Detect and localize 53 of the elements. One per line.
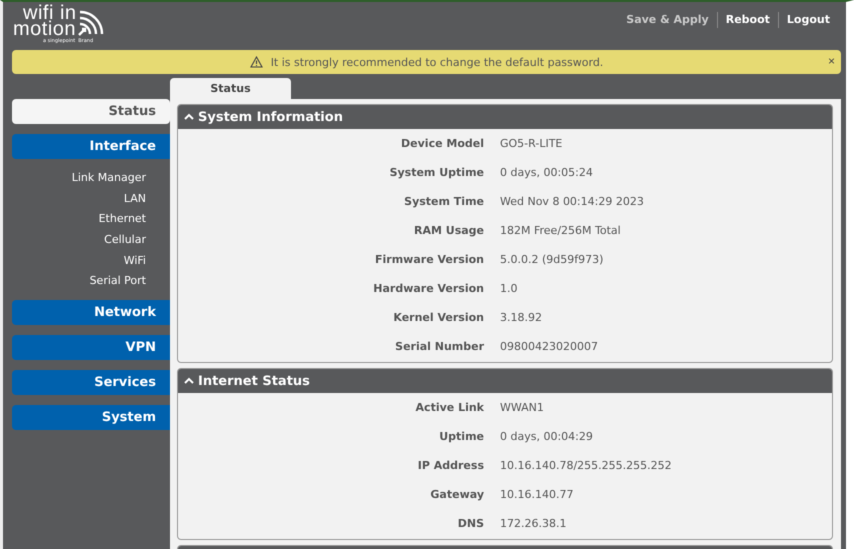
nav-item[interactable]: Services xyxy=(12,370,170,396)
field-value: 10.16.140.78/255.255.255.252 xyxy=(500,458,673,474)
field-value: 09800423020007 xyxy=(500,339,599,355)
panel-title: System Information xyxy=(198,110,343,124)
field-label: System Time xyxy=(403,194,484,210)
chevron-icon xyxy=(184,377,194,385)
panel-title: Internet Status xyxy=(198,374,310,388)
field-value: 172.26.38.1 xyxy=(500,516,568,532)
field-label: Hardware Version xyxy=(372,281,484,297)
warning-icon xyxy=(250,56,263,68)
field-label: Device Model xyxy=(400,136,484,152)
field-label: Firmware Version xyxy=(374,252,484,268)
field-label: Kernel Version xyxy=(392,310,484,326)
field-label: IP Address xyxy=(416,458,484,474)
logo-text: wifi in xyxy=(23,5,77,21)
nav-subitem[interactable]: LAN xyxy=(124,188,146,210)
field-value: WWAN1 xyxy=(500,400,545,416)
nav-item[interactable]: Status xyxy=(12,99,170,124)
nav-item[interactable]: Network xyxy=(12,300,170,326)
wifi-waves-icon xyxy=(78,9,104,37)
field-label: RAM Usage xyxy=(413,223,484,239)
field-value: 10.16.140.77 xyxy=(500,487,574,503)
nav-subitem[interactable]: Cellular xyxy=(104,230,146,251)
panel-header[interactable]: Internet Status xyxy=(178,369,832,393)
header-link[interactable]: Reboot xyxy=(716,12,778,28)
field-label: Active Link xyxy=(414,400,484,416)
nav-item[interactable]: System xyxy=(12,405,170,430)
field-value: 0 days, 00:05:24 xyxy=(500,165,594,181)
field-label: Gateway xyxy=(429,487,484,503)
field-label: Serial Number xyxy=(394,339,484,355)
field-label: System Uptime xyxy=(388,165,484,181)
field-value: GO5-R-LITE xyxy=(500,136,564,152)
field-value: Wed Nov 8 00:14:29 2023 xyxy=(500,194,645,210)
nav-subitem[interactable]: Link Manager xyxy=(72,168,146,189)
nav-item[interactable]: Interface xyxy=(12,134,170,159)
tab[interactable]: Status xyxy=(170,78,291,99)
header-link[interactable]: Logout xyxy=(778,12,838,28)
field-value: 1.0 xyxy=(500,281,518,297)
panel-header[interactable]: System Information xyxy=(178,105,832,129)
field-label: DNS xyxy=(456,516,484,532)
nav-subitem[interactable]: Ethernet xyxy=(98,209,146,230)
field-value: 5.0.0.2 (9d59f973) xyxy=(500,252,604,268)
chevron-icon xyxy=(184,113,194,121)
field-label: Uptime xyxy=(438,429,484,445)
close-button[interactable]: × xyxy=(826,54,837,68)
nav-subitem[interactable]: WiFi xyxy=(124,250,146,272)
logo-text: motion xyxy=(13,21,77,37)
field-value: 0 days, 00:04:29 xyxy=(500,429,594,445)
nav-subitem[interactable]: Serial Port xyxy=(90,271,146,292)
nav-item[interactable]: VPN xyxy=(12,335,170,360)
field-value: 182M Free/256M Total xyxy=(500,223,622,239)
field-value: 3.18.92 xyxy=(500,310,543,326)
warning-message: It is strongly recommended to change the default password. xyxy=(270,56,604,68)
